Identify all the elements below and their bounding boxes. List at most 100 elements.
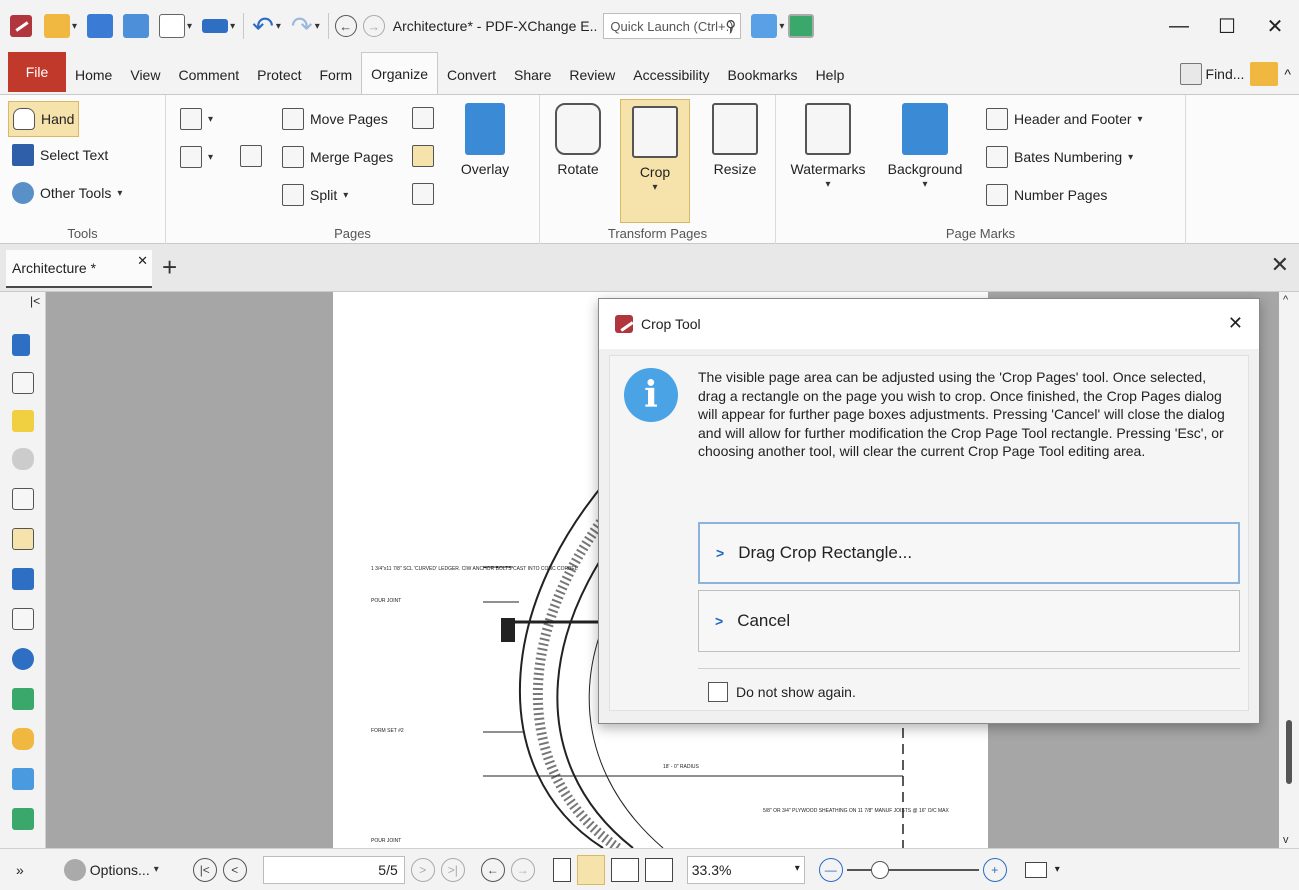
fields-panel-icon[interactable]: [12, 608, 34, 630]
previous-page-button[interactable]: <: [222, 857, 247, 882]
print-button[interactable]: [121, 11, 151, 41]
swap-pages-icon[interactable]: [412, 183, 434, 205]
extract-pages-icon[interactable]: [240, 145, 262, 167]
structure-panel-icon[interactable]: [12, 688, 34, 710]
close-document-icon[interactable]: ✕: [1271, 252, 1289, 278]
layers-panel-icon[interactable]: [12, 568, 34, 590]
links-panel-icon[interactable]: [12, 728, 34, 750]
next-page-button[interactable]: >: [410, 857, 435, 882]
minimize-button[interactable]: —: [1155, 15, 1203, 38]
dialog-close-button[interactable]: ✕: [1228, 313, 1243, 334]
next-view-button[interactable]: →: [510, 857, 535, 882]
new-tab-button[interactable]: +: [162, 252, 177, 283]
attachments-panel-icon[interactable]: [12, 448, 34, 470]
cancel-button[interactable]: > Cancel: [698, 590, 1240, 652]
delete-pages-button[interactable]: ▾: [176, 141, 217, 173]
comments-panel-icon[interactable]: [12, 410, 34, 432]
bookmarks-panel-icon[interactable]: [12, 334, 30, 356]
tab-accessibility[interactable]: Accessibility: [624, 56, 718, 94]
redo-button[interactable]: ↷ ▾: [289, 11, 322, 41]
zoom-in-button[interactable]: +: [982, 857, 1007, 882]
status-more-icon[interactable]: ▾: [1055, 864, 1060, 875]
forward-button[interactable]: →: [362, 15, 385, 37]
zoom-level-select[interactable]: 33.3% ▾: [686, 855, 805, 884]
signatures-panel-icon[interactable]: [12, 528, 34, 550]
tab-comment[interactable]: Comment: [169, 56, 248, 94]
tab-protect[interactable]: Protect: [248, 56, 310, 94]
single-page-icon[interactable]: [552, 857, 571, 882]
rotate-button[interactable]: Rotate: [546, 97, 610, 177]
select-text-button[interactable]: Select Text: [8, 139, 112, 171]
page-number-input[interactable]: 5/5: [262, 855, 405, 884]
hand-tool-button[interactable]: Hand: [8, 101, 80, 137]
quick-launch-input[interactable]: Quick Launch (Ctrl+.) ⚲: [603, 13, 742, 39]
last-page-button[interactable]: >|: [440, 857, 465, 882]
more-icon[interactable]: »: [16, 862, 24, 878]
fullscreen-view-icon[interactable]: [1024, 861, 1047, 878]
collapse-sidebar-icon[interactable]: |<: [30, 294, 40, 308]
tab-bookmarks[interactable]: Bookmarks: [719, 56, 807, 94]
checkbox-box[interactable]: [708, 682, 728, 702]
fullscreen-button[interactable]: [786, 11, 816, 41]
tab-form[interactable]: Form: [311, 56, 362, 94]
facing-pages-icon[interactable]: [610, 857, 639, 882]
tab-organize[interactable]: Organize: [361, 52, 438, 94]
title-bar: ▾ ▾ ▾ ↶ ▾ ↷ ▾ ← → Architecture* - PDF-XCha…: [0, 0, 1299, 52]
tab-home[interactable]: Home: [66, 56, 121, 94]
collapse-ribbon-icon[interactable]: ^: [1284, 66, 1291, 82]
other-tools-button[interactable]: Other Tools ▾: [8, 177, 126, 209]
tab-share[interactable]: Share: [505, 56, 560, 94]
first-page-button[interactable]: |<: [192, 857, 217, 882]
zoom-slider[interactable]: [846, 858, 979, 882]
document-tab[interactable]: Architecture * ✕: [6, 250, 152, 288]
tab-review[interactable]: Review: [560, 56, 624, 94]
previous-view-button[interactable]: ←: [480, 857, 505, 882]
merge-pages-button[interactable]: Merge Pages: [278, 141, 397, 173]
file-menu[interactable]: File: [8, 52, 66, 92]
continuous-page-icon[interactable]: [576, 854, 605, 885]
tab-convert[interactable]: Convert: [438, 56, 505, 94]
undo-button[interactable]: ↶ ▾: [250, 11, 283, 41]
resize-button[interactable]: Resize: [700, 97, 770, 177]
find-button[interactable]: Find...: [1179, 63, 1244, 85]
zoom-slider-thumb[interactable]: [870, 860, 889, 879]
save-button[interactable]: [85, 11, 115, 41]
open-button[interactable]: ▾: [42, 11, 79, 41]
bates-numbering-button[interactable]: Bates Numbering ▾: [982, 141, 1137, 173]
scroll-thumb[interactable]: [1286, 720, 1292, 784]
back-button[interactable]: ←: [334, 15, 357, 37]
vertical-scrollbar[interactable]: ^ v: [1279, 292, 1299, 848]
watermarks-button[interactable]: Watermarks ▾: [782, 97, 874, 190]
scroll-down-icon[interactable]: v: [1283, 834, 1289, 846]
drag-crop-rectangle-button[interactable]: > Drag Crop Rectangle...: [698, 522, 1240, 584]
insert-pages-button[interactable]: ▾: [176, 103, 217, 135]
number-pages-button[interactable]: Number Pages: [982, 179, 1111, 211]
do-not-show-checkbox[interactable]: Do not show again.: [708, 682, 856, 702]
thumbnails-panel-icon[interactable]: [12, 372, 34, 394]
replace-pages-icon[interactable]: [412, 107, 434, 129]
header-footer-button[interactable]: Header and Footer ▾: [982, 103, 1147, 135]
articles-panel-icon[interactable]: [12, 808, 34, 830]
duplicate-pages-icon[interactable]: [412, 145, 434, 167]
search-folder-icon[interactable]: [1250, 62, 1279, 86]
continuous-facing-icon[interactable]: [644, 857, 673, 882]
crop-button[interactable]: Crop ▾: [620, 99, 690, 223]
scan-button[interactable]: ▾: [200, 11, 237, 41]
options-button[interactable]: Options... ▾: [63, 858, 159, 881]
zoom-out-button[interactable]: —: [818, 857, 843, 882]
scroll-up-icon[interactable]: ^: [1283, 294, 1288, 306]
destinations-panel-icon[interactable]: [12, 648, 34, 670]
background-button[interactable]: Background ▾: [876, 97, 974, 190]
overlay-button[interactable]: Overlay: [450, 97, 520, 177]
move-pages-button[interactable]: Move Pages: [278, 103, 392, 135]
email-button[interactable]: ▾: [157, 11, 194, 41]
tags-panel-icon[interactable]: [12, 768, 34, 790]
maximize-button[interactable]: ☐: [1203, 14, 1251, 39]
ui-options-button[interactable]: ▾: [749, 11, 786, 41]
split-button[interactable]: Split ▾: [278, 179, 352, 211]
content-panel-icon[interactable]: [12, 488, 34, 510]
tab-help[interactable]: Help: [807, 56, 854, 94]
close-window-button[interactable]: ✕: [1251, 14, 1299, 39]
tab-view[interactable]: View: [121, 56, 169, 94]
close-tab-icon[interactable]: ✕: [137, 253, 148, 269]
